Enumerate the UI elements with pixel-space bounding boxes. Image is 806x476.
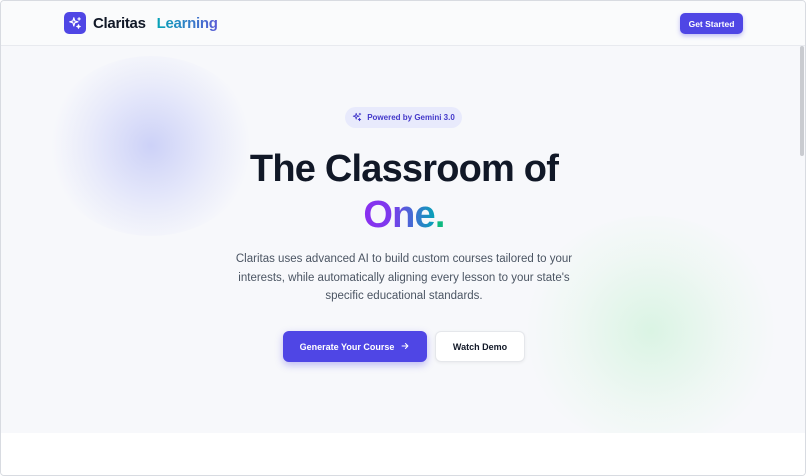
- below-fold-section: [1, 433, 805, 475]
- headline-accent-word: One: [363, 194, 435, 236]
- watch-demo-button[interactable]: Watch Demo: [435, 331, 525, 362]
- badge-label: Powered by Gemini 3.0: [367, 113, 455, 122]
- page-scrollbar[interactable]: [800, 46, 804, 156]
- brand-accent: Learning: [156, 14, 218, 32]
- brand-logo[interactable]: Claritas Learning: [64, 12, 218, 34]
- hero-subtext: Claritas uses advanced AI to build custo…: [235, 253, 573, 302]
- hero-headline: The Classroom of: [249, 148, 559, 190]
- top-nav: Claritas Learning Get Started: [1, 1, 805, 46]
- sparkles-icon: [64, 12, 86, 34]
- sparkles-icon: [352, 109, 362, 127]
- decorative-blob-green: [521, 216, 781, 433]
- get-started-button[interactable]: Get Started: [680, 13, 743, 34]
- brand-name: Claritas: [93, 14, 146, 32]
- generate-course-button[interactable]: Generate Your Course: [283, 331, 427, 362]
- hero-section: Powered by Gemini 3.0 The Classroom of O…: [1, 46, 805, 433]
- app-window: Claritas Learning Get Started Powered by …: [0, 0, 806, 476]
- headline-accent-dot: .: [434, 194, 446, 236]
- powered-by-badge: Powered by Gemini 3.0: [345, 107, 462, 128]
- hero-headline-accent: One.: [1, 192, 805, 238]
- generate-course-label: Generate Your Course: [299, 341, 395, 352]
- arrow-right-icon: [400, 341, 410, 353]
